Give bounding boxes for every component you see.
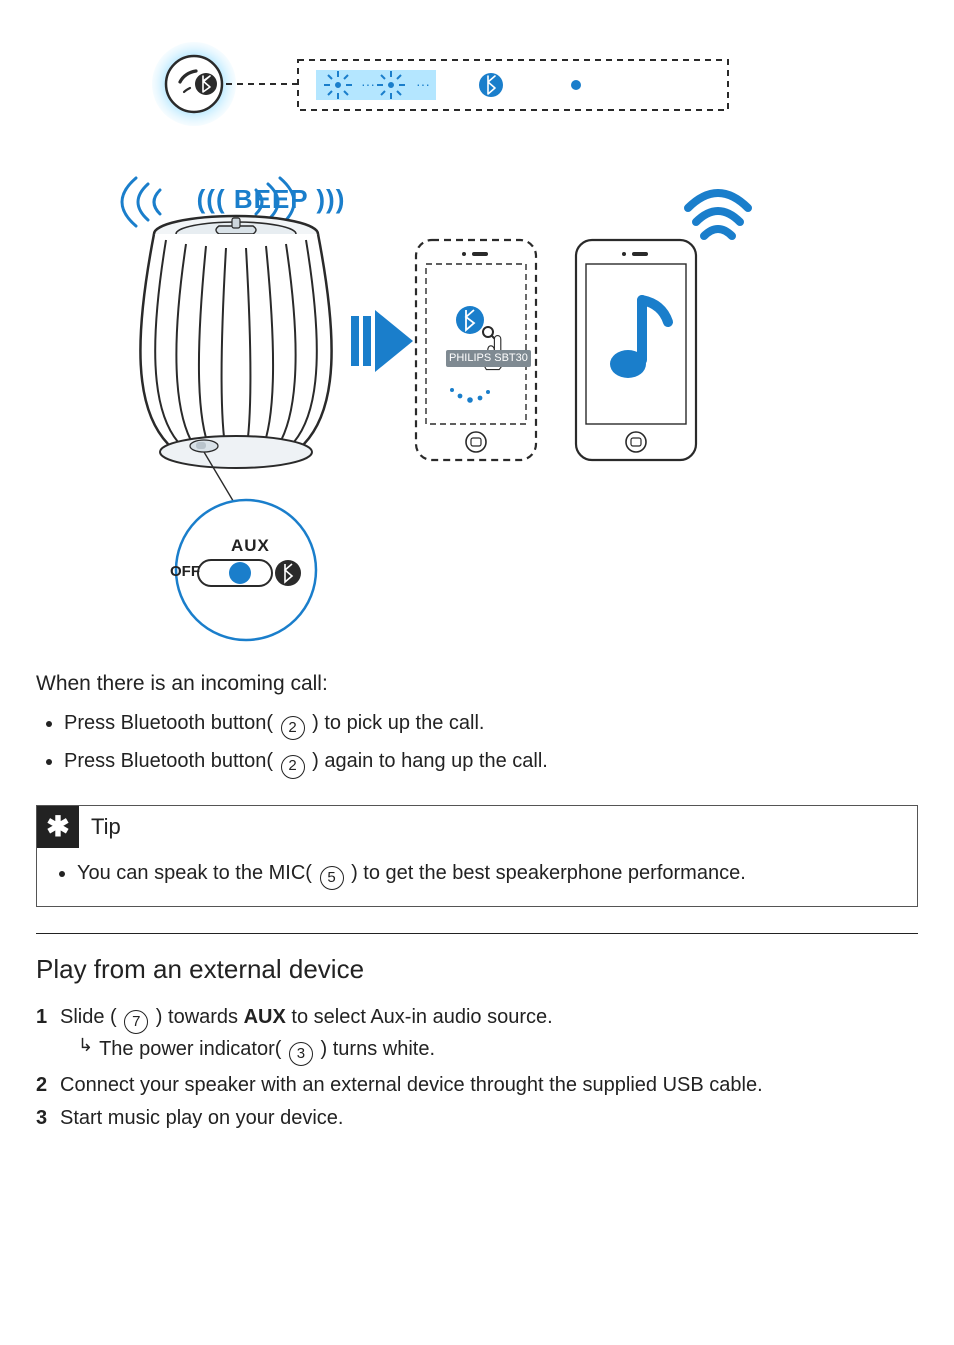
steps-list: Slide ( 7 ) towards AUX to select Aux-in… xyxy=(36,1001,918,1135)
incoming-call-intro: When there is an incoming call: xyxy=(36,670,918,698)
text: ) to get the best speakerphone performan… xyxy=(346,862,746,884)
ref-number-icon: 3 xyxy=(289,1042,313,1066)
list-item: Press Bluetooth button( 2 ) again to han… xyxy=(64,744,918,782)
tip-header: ✱ Tip xyxy=(37,806,917,848)
text: ) again to hang up the call. xyxy=(307,750,548,772)
step-item: Connect your speaker with an external de… xyxy=(36,1069,918,1102)
tip-box: ✱ Tip You can speak to the MIC( 5 ) to g… xyxy=(36,805,918,907)
switch-off-label: OFF xyxy=(170,562,200,582)
text: Press Bluetooth button( xyxy=(64,750,279,772)
tip-body: You can speak to the MIC( 5 ) to get the… xyxy=(37,848,917,906)
ref-number-icon: 7 xyxy=(124,1010,148,1034)
text: Slide ( xyxy=(60,1006,122,1028)
text: You can speak to the MIC( xyxy=(77,862,318,884)
result-arrow-icon: ↳ xyxy=(78,1036,93,1054)
paired-device-name: PHILIPS SBT30 xyxy=(446,350,531,367)
svg-text:···: ··· xyxy=(416,76,430,92)
step-result: ↳ The power indicator( 3 ) turns white. xyxy=(78,1034,918,1066)
step-item: Start music play on your device. xyxy=(36,1102,918,1135)
section-title: Play from an external device xyxy=(36,952,918,987)
aux-strong: AUX xyxy=(244,1006,286,1028)
list-item: Press Bluetooth button( 2 ) to pick up t… xyxy=(64,706,918,744)
ref-number-icon: 2 xyxy=(281,755,305,779)
incoming-call-list: Press Bluetooth button( 2 ) to pick up t… xyxy=(36,706,918,782)
text: Press Bluetooth button( xyxy=(64,712,279,734)
switch-aux-label: AUX xyxy=(231,535,270,558)
text: ) turns white. xyxy=(315,1038,435,1060)
text: The power indicator( xyxy=(99,1038,287,1060)
beep-label: ((( BEEP ))) xyxy=(116,182,426,217)
manual-page: ··· ··· xyxy=(0,0,954,1345)
text: ) towards xyxy=(150,1006,243,1028)
pairing-illustration: ··· ··· xyxy=(116,40,756,660)
step-item: Slide ( 7 ) towards AUX to select Aux-in… xyxy=(36,1001,918,1069)
text: ) to pick up the call. xyxy=(307,712,485,734)
tip-item: You can speak to the MIC( 5 ) to get the… xyxy=(77,860,905,890)
ref-number-icon: 5 xyxy=(320,866,344,890)
tip-asterisk-icon: ✱ xyxy=(37,806,79,848)
section-divider xyxy=(36,933,918,934)
tip-title: Tip xyxy=(91,812,121,842)
text: to select Aux-in audio source. xyxy=(286,1006,553,1028)
svg-text:···: ··· xyxy=(361,76,375,92)
ref-number-icon: 2 xyxy=(281,716,305,740)
